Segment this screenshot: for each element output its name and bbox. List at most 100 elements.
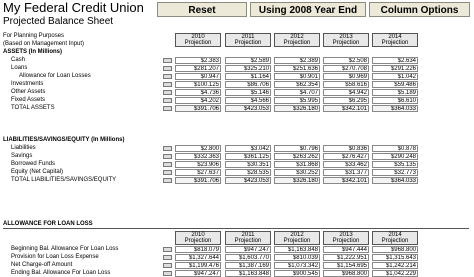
assets-value-cell[interactable]: $4.202 [175,97,221,104]
assets-value-cell[interactable]: $2.383 [175,57,221,64]
liabilities-value-cell[interactable]: $31.868 [274,161,320,168]
assets-value-cell[interactable]: $281.207 [175,65,221,72]
allowance-value-cell[interactable]: $947.247 [175,270,221,277]
assets-value-cell[interactable]: $6.295 [323,97,369,104]
liabilities-value-cell[interactable]: $30.351 [225,161,271,168]
row-selector-control[interactable] [163,154,172,159]
allowance-value-cell[interactable]: $947.444 [323,246,369,253]
liabilities-value-cell[interactable]: $27.637 [175,169,221,176]
allowance-value-cell[interactable]: $947.247 [225,246,271,253]
row-selector-control[interactable] [163,247,172,252]
liabilities-value-cell[interactable]: $276.427 [323,153,369,160]
row-selector-control[interactable] [163,106,172,111]
allowance-value-cell[interactable]: $810.039 [274,254,320,261]
assets-value-cell[interactable]: $100.125 [175,81,221,88]
liabilities-value-cell[interactable]: $35.135 [372,161,418,168]
liabilities-value-cell[interactable]: $290.248 [372,153,418,160]
allowance-value-cell[interactable]: $1,199.476 [175,262,221,269]
liabilities-value-cell[interactable]: $32.773 [372,169,418,176]
allowance-value-cell[interactable]: $1,163.848 [274,246,320,253]
allowance-value-cell[interactable]: $968.800 [323,270,369,277]
allowance-value-cell[interactable]: $1,163.848 [225,270,271,277]
liabilities-value-cell[interactable]: $2.800 [175,145,221,152]
assets-value-cell[interactable]: $364.033 [372,105,418,112]
liabilities-value-cell[interactable]: $263.262 [274,153,320,160]
liabilities-value-cell[interactable]: $423.053 [225,177,271,184]
assets-value-cell[interactable]: $391.706 [175,105,221,112]
assets-value-cell[interactable]: $1.164 [225,73,271,80]
allowance-row-label: Net Charge-off Amount [11,262,73,268]
row-selector-control[interactable] [163,271,172,276]
row-selector-control[interactable] [163,178,172,183]
liabilities-value-cell[interactable]: $0.878 [372,145,418,152]
assets-value-cell[interactable]: $5.146 [225,89,271,96]
liabilities-value-cell[interactable]: $332.363 [175,153,221,160]
allowance-value-cell[interactable]: $1,042.229 [372,270,418,277]
row-selector-control[interactable] [163,170,172,175]
assets-value-cell[interactable]: $423.053 [225,105,271,112]
allowance-value-cell[interactable]: $1,222.951 [323,254,369,261]
liabilities-value-cell[interactable]: $0.836 [323,145,369,152]
assets-value-cell[interactable]: $2.589 [225,57,271,64]
row-selector-control[interactable] [163,74,172,79]
allowance-value-cell[interactable]: $1,154.695 [323,262,369,269]
assets-value-cell[interactable]: $326.180 [274,105,320,112]
assets-value-cell[interactable]: $291.226 [372,65,418,72]
assets-value-cell[interactable]: $86.706 [225,81,271,88]
row-selector-control[interactable] [163,66,172,71]
year-end-button[interactable]: Using 2008 Year End [250,2,366,17]
assets-value-cell[interactable]: $342.101 [323,105,369,112]
allowance-value-cell[interactable]: $1,327.644 [175,254,221,261]
assets-value-cell[interactable]: $62.354 [274,81,320,88]
liabilities-value-cell[interactable]: $30.252 [274,169,320,176]
liabilities-value-cell[interactable]: $361.125 [225,153,271,160]
liabilities-value-cell[interactable]: $364.033 [372,177,418,184]
allowance-value-cell[interactable]: $1,315.643 [372,254,418,261]
assets-value-cell[interactable]: $0.901 [274,73,320,80]
liabilities-value-cell[interactable]: $0.796 [274,145,320,152]
allowance-value-cell[interactable]: $1,387.169 [225,262,271,269]
assets-value-cell[interactable]: $5.189 [372,89,418,96]
assets-value-cell[interactable]: $5.995 [274,97,320,104]
assets-value-cell[interactable]: $4.736 [175,89,221,96]
liabilities-value-cell[interactable]: $33.462 [323,161,369,168]
row-selector-control[interactable] [163,90,172,95]
assets-value-cell[interactable]: $6.610 [372,97,418,104]
liabilities-value-cell[interactable]: $391.706 [175,177,221,184]
assets-value-cell[interactable]: $4.707 [274,89,320,96]
assets-value-cell[interactable]: $270.708 [323,65,369,72]
row-selector-control[interactable] [163,146,172,151]
assets-value-cell[interactable]: $325.210 [225,65,271,72]
liabilities-value-cell[interactable]: $342.101 [323,177,369,184]
row-selector-control[interactable] [163,162,172,167]
liabilities-value-cell[interactable]: $31.377 [323,169,369,176]
assets-value-cell[interactable]: $2.508 [323,57,369,64]
assets-value-cell[interactable]: $59.486 [372,81,418,88]
allowance-value-cell[interactable]: $1,603.770 [225,254,271,261]
liabilities-value-cell[interactable]: $28.535 [225,169,271,176]
allowance-value-cell[interactable]: $1,073.342 [274,262,320,269]
allowance-value-cell[interactable]: $1,242.214 [372,262,418,269]
assets-value-cell[interactable]: $58.616 [323,81,369,88]
liabilities-value-cell[interactable]: $23.906 [175,161,221,168]
row-selector-control[interactable] [163,263,172,268]
assets-value-cell[interactable]: $0.947 [175,73,221,80]
allowance-value-cell[interactable]: $818.079 [175,246,221,253]
column-options-button[interactable]: Column Options [369,2,470,17]
assets-value-cell[interactable]: $1.042 [372,73,418,80]
assets-value-cell[interactable]: $2.634 [372,57,418,64]
assets-value-cell[interactable]: $4.566 [225,97,271,104]
liabilities-value-cell[interactable]: $3.042 [225,145,271,152]
row-selector-control[interactable] [163,58,172,63]
allowance-value-cell[interactable]: $900.545 [274,270,320,277]
liabilities-value-cell[interactable]: $326.180 [274,177,320,184]
allowance-value-cell[interactable]: $968.800 [372,246,418,253]
assets-value-cell[interactable]: $4.942 [323,89,369,96]
assets-value-cell[interactable]: $2.389 [274,57,320,64]
row-selector-control[interactable] [163,255,172,260]
row-selector-control[interactable] [163,82,172,87]
reset-button[interactable]: Reset [157,2,247,17]
row-selector-control[interactable] [163,98,172,103]
assets-value-cell[interactable]: $0.969 [323,73,369,80]
assets-value-cell[interactable]: $251.636 [274,65,320,72]
